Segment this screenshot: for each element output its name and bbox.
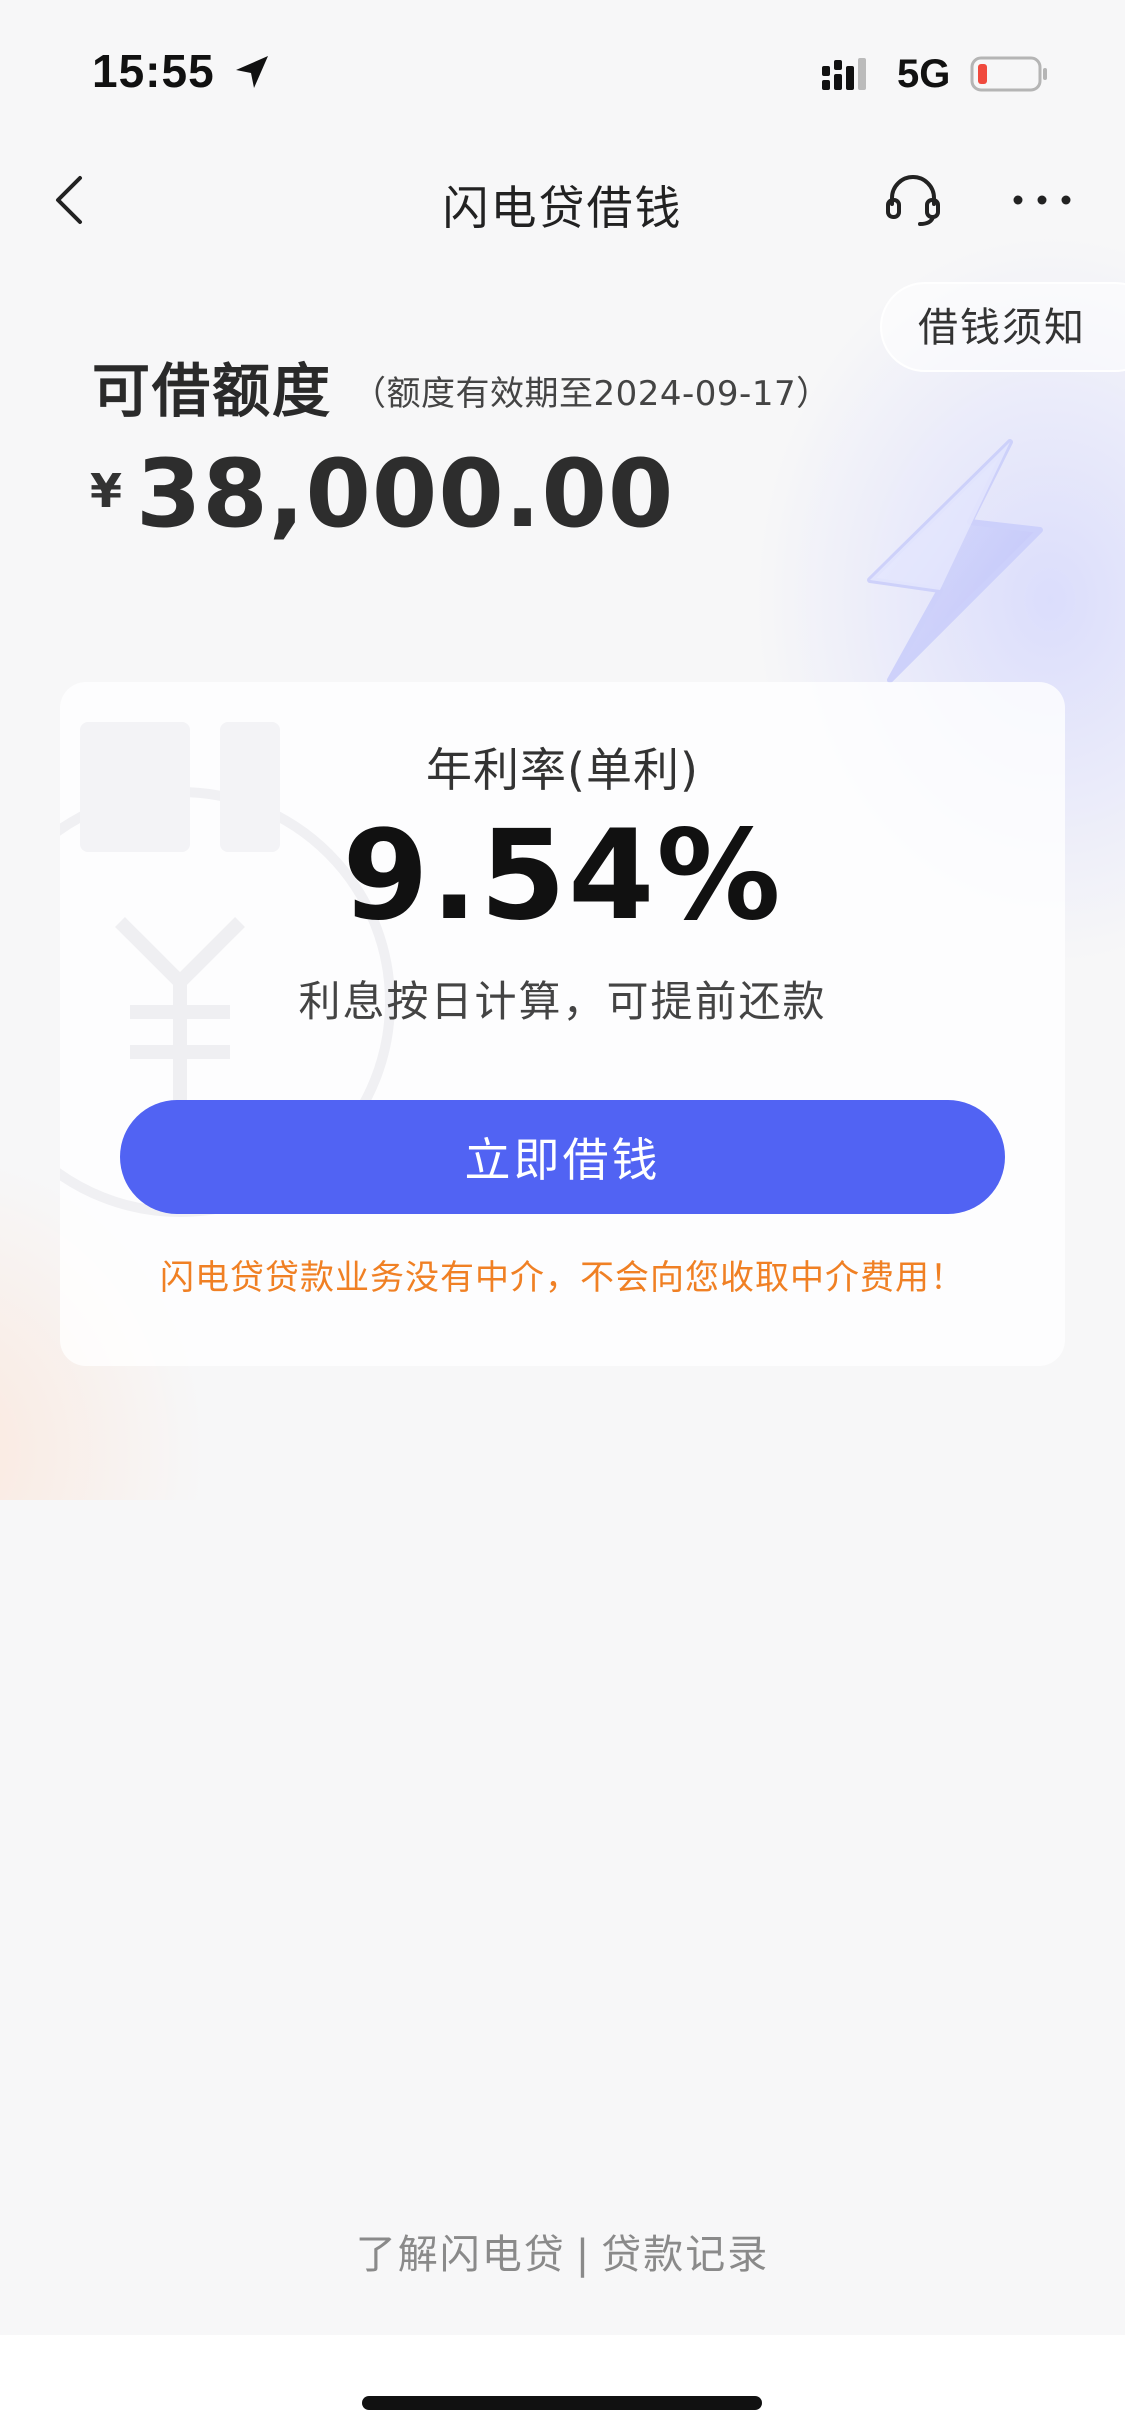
borrow-notice-button[interactable]: 借钱须知: [880, 282, 1125, 372]
more-dots-icon[interactable]: [1010, 190, 1074, 210]
credit-limit-title: 可借额度: [92, 357, 333, 425]
network-label: 5G: [897, 52, 951, 96]
nav-bar: 闪电贷借钱: [0, 150, 1125, 250]
status-bar: 15:55 5G: [0, 0, 1125, 150]
headset-icon[interactable]: [884, 170, 942, 228]
loan-records-link[interactable]: 贷款记录: [601, 2232, 769, 2278]
rate-value: 9.54%: [342, 804, 783, 948]
battery-low-icon: [970, 56, 1047, 92]
credit-validity-text: （额度有效期至2024-09-17）: [352, 374, 831, 414]
lightning-bolt-illustration: [867, 439, 1043, 683]
page-title: 闪电贷借钱: [442, 181, 683, 235]
signal-icon: [822, 58, 866, 90]
location-arrow-icon: [236, 56, 268, 88]
currency-symbol: ¥: [90, 464, 123, 518]
bottom-safe-area: [0, 2335, 1125, 2435]
credit-limit-amount: 38,000.00: [136, 440, 675, 549]
home-indicator[interactable]: [362, 2396, 762, 2410]
footer-separator: |: [575, 2232, 592, 2278]
rate-card: 年利率(单利) 9.54% 利息按日计算，可提前还款 立即借钱 闪电贷贷款业务没…: [60, 682, 1065, 1366]
status-time: 15:55: [92, 45, 215, 97]
no-agent-warning: 闪电贷贷款业务没有中介，不会向您收取中介费用！: [160, 1258, 965, 1298]
rate-description: 利息按日计算，可提前还款: [298, 977, 827, 1026]
borrow-now-button[interactable]: 立即借钱: [120, 1100, 1005, 1214]
about-loan-link[interactable]: 了解闪电贷: [356, 2232, 566, 2278]
rate-label: 年利率(单利): [426, 743, 699, 797]
footer-links: 了解闪电贷 | 贷款记录: [0, 2222, 1125, 2280]
